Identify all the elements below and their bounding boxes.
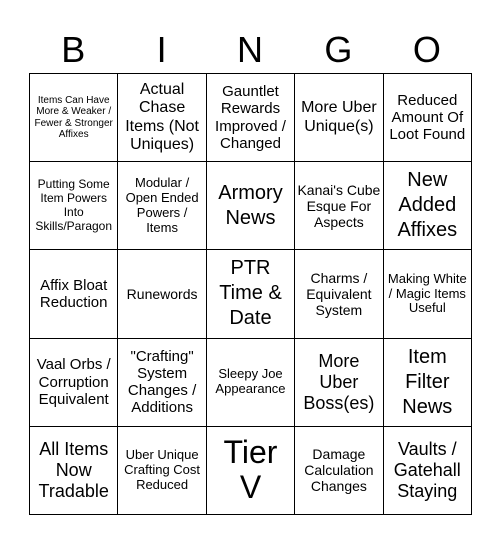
header-letter-g: G	[324, 29, 353, 70]
bingo-cell[interactable]: Kanai's Cube Esque For Aspects	[295, 162, 384, 251]
bingo-cell[interactable]: PTR Time & Date	[206, 250, 296, 339]
bingo-cell[interactable]: Armory News	[206, 162, 296, 251]
bingo-cell[interactable]: Modular / Open Ended Powers / Items	[118, 162, 207, 251]
bingo-cell[interactable]: Charms / Equivalent System	[295, 250, 384, 339]
bingo-grid: Items Can Have More & Weaker / Fewer & S…	[29, 73, 472, 515]
bingo-cell[interactable]: Tier V	[206, 426, 296, 515]
bingo-cell[interactable]: Affix Bloat Reduction	[30, 250, 119, 339]
bingo-cell[interactable]: Gauntlet Rewards Improved / Changed	[206, 74, 296, 163]
bingo-cell[interactable]: Damage Calculation Changes	[295, 426, 384, 515]
bingo-cell[interactable]: Item Filter News	[383, 338, 472, 427]
bingo-cell[interactable]: More Uber Unique(s)	[295, 74, 384, 163]
bingo-header: B I N G O	[29, 28, 471, 72]
bingo-cell[interactable]: Actual Chase Items (Not Uniques)	[118, 74, 207, 163]
bingo-cell[interactable]: Vaal Orbs / Corruption Equivalent	[30, 338, 119, 427]
bingo-cell[interactable]: Making White / Magic Items Useful	[383, 250, 472, 339]
bingo-cell[interactable]: Items Can Have More & Weaker / Fewer & S…	[30, 74, 119, 163]
bingo-cell[interactable]: Putting Some Item Powers Into Skills/Par…	[30, 162, 119, 251]
bingo-cell[interactable]: Vaults / Gatehall Staying	[383, 426, 472, 515]
bingo-cell[interactable]: New Added Affixes	[383, 162, 472, 251]
bingo-cell[interactable]: Reduced Amount Of Loot Found	[383, 74, 472, 163]
header-letter-b: B	[61, 29, 86, 70]
bingo-cell[interactable]: "Crafting" System Changes / Additions	[118, 338, 207, 427]
header-letter-o: O	[412, 29, 441, 70]
bingo-cell[interactable]: All Items Now Tradable	[30, 426, 119, 515]
bingo-cell[interactable]: More Uber Boss(es)	[295, 338, 384, 427]
header-letter-n: N	[237, 29, 264, 70]
header-letter-i: I	[156, 29, 167, 70]
bingo-cell[interactable]: Uber Unique Crafting Cost Reduced	[118, 426, 207, 515]
bingo-cell[interactable]: Sleepy Joe Appearance	[206, 338, 296, 427]
bingo-cell[interactable]: Runewords	[118, 250, 207, 339]
